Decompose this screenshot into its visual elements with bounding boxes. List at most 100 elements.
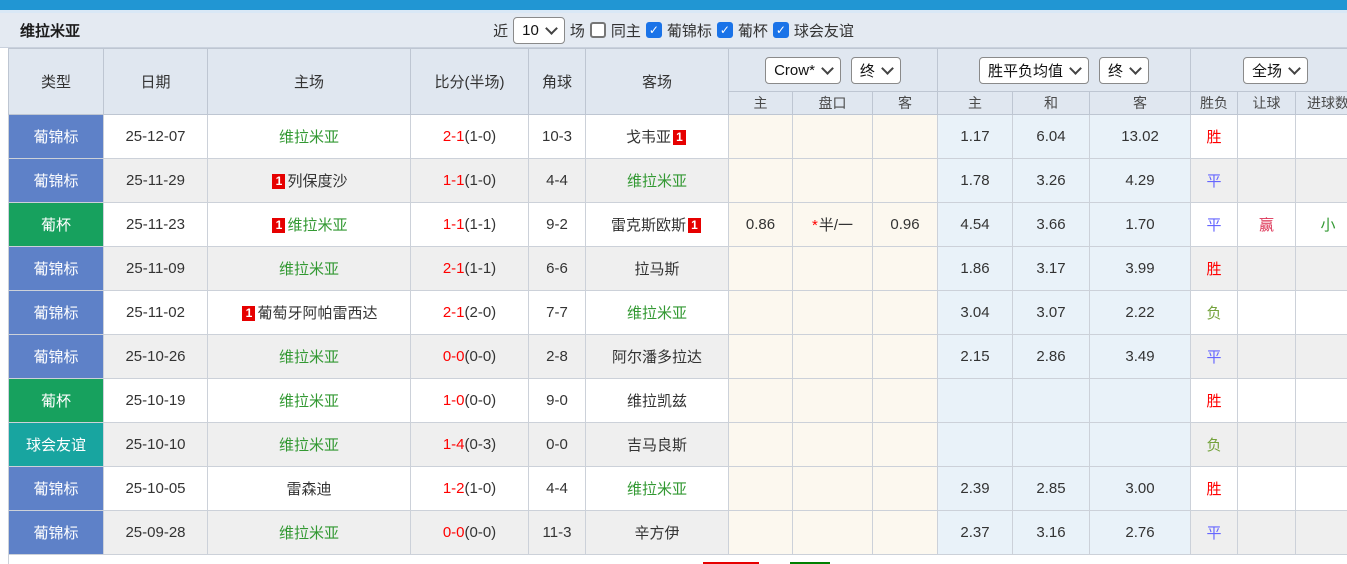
avg-away-odds <box>1089 422 1192 467</box>
home-team-name[interactable]: 维拉米亚 <box>279 525 339 542</box>
odds-company-value: Crow* <box>774 61 815 79</box>
table-row[interactable]: 葡锦标 25-09-28 维拉米亚 0-0(0-0) 11-3 辛方伊 2.37… <box>8 510 1347 555</box>
home-team-name[interactable]: 列保度沙 <box>287 173 347 190</box>
odds-period-select[interactable]: 终 <box>850 56 901 84</box>
home-team-cell: 1 列保度沙 <box>207 158 411 203</box>
away-team-name[interactable]: 拉马斯 <box>634 261 679 278</box>
result-cell: 平 <box>1190 202 1239 247</box>
avg-period-select[interactable]: 终 <box>1099 56 1150 84</box>
away-team-name[interactable]: 维拉凯兹 <box>627 393 687 410</box>
avg-away-odds: 13.02 <box>1089 114 1192 159</box>
crow-home-odds <box>728 158 793 203</box>
recent-suffix-label: 场 <box>569 22 585 40</box>
match-type-badge: 葡锦标 <box>8 334 104 379</box>
table-row[interactable]: 葡锦标 25-12-07 维拉米亚 2-1(1-0) 10-3 戈韦亚 1 1.1… <box>8 114 1347 159</box>
table-row[interactable]: 葡杯 25-11-23 1 维拉米亚 1-1(1-1) 9-2 雷克斯欧斯 1 0.… <box>8 202 1347 247</box>
away-team-name[interactable]: 维拉米亚 <box>627 173 687 190</box>
checkbox-cup[interactable] <box>716 22 733 38</box>
avg-draw-odds: 3.17 <box>1012 246 1091 291</box>
checkbox-league[interactable] <box>645 22 662 38</box>
chevron-down-icon <box>1288 61 1301 75</box>
home-team-name[interactable]: 雷森迪 <box>286 481 331 498</box>
away-team-name[interactable]: 吉马良斯 <box>627 437 687 454</box>
table-row[interactable]: 葡锦标 25-10-05 雷森迪 1-2(1-0) 4-4 维拉米亚 2.39 … <box>8 466 1347 511</box>
home-team-name[interactable]: 维拉米亚 <box>279 129 339 146</box>
corners-cell: 4-4 <box>528 158 586 203</box>
home-team-name[interactable]: 维拉米亚 <box>279 393 339 410</box>
avg-home-odds: 1.17 <box>937 114 1014 159</box>
fulltime-score: 1-0 <box>442 392 465 409</box>
away-team-cell: 拉马斯 <box>585 246 729 291</box>
away-team-cell: 雷克斯欧斯 1 <box>585 202 729 247</box>
match-type-badge: 球会友谊 <box>8 422 104 467</box>
home-team-cell: 维拉米亚 <box>207 422 411 467</box>
match-type-badge: 葡杯 <box>8 202 104 247</box>
avg-odds-value: 胜平负均值 <box>988 62 1064 80</box>
avg-odds-select[interactable]: 胜平负均值 <box>979 56 1090 84</box>
result-cell: 胜 <box>1190 246 1239 291</box>
crow-away-odds <box>871 510 939 555</box>
avg-home-odds: 3.04 <box>937 290 1014 335</box>
away-team-name[interactable]: 雷克斯欧斯 <box>611 217 686 234</box>
table-row[interactable]: 葡锦标 25-11-02 1 葡萄牙阿帕雷西达 2-1(2-0) 7-7 维拉米亚… <box>8 290 1347 335</box>
avg-away-odds: 2.22 <box>1089 290 1192 335</box>
table-row[interactable]: 葡锦标 25-11-29 1 列保度沙 1-1(1-0) 4-4 维拉米亚 1.7… <box>8 158 1347 203</box>
subheader-handicap-result: 让球 <box>1237 91 1297 115</box>
checkbox-same-home[interactable] <box>589 22 606 38</box>
table-row[interactable]: 葡锦标 25-11-09 维拉米亚 2-1(1-1) 6-6 拉马斯 1.86 … <box>8 246 1347 291</box>
avg-away-odds: 1.70 <box>1089 202 1192 247</box>
crow-handicap <box>792 378 873 423</box>
crow-handicap <box>792 422 873 467</box>
match-date: 25-12-07 <box>103 114 208 159</box>
away-team-cell: 维拉米亚 <box>585 158 729 203</box>
odds-period-value: 终 <box>859 62 875 80</box>
scope-select[interactable]: 全场 <box>1243 56 1309 84</box>
match-type-badge: 葡锦标 <box>8 158 104 203</box>
odds-company-group: Crow* 终 <box>727 48 939 92</box>
result-cell: 平 <box>1190 158 1239 203</box>
odds-company-select[interactable]: Crow* <box>765 56 841 84</box>
corners-cell: 11-3 <box>528 510 586 555</box>
home-team-cell: 维拉米亚 <box>207 334 411 379</box>
away-team-cell: 维拉凯兹 <box>585 378 729 423</box>
avg-draw-odds: 2.86 <box>1012 334 1091 379</box>
away-team-name[interactable]: 维拉米亚 <box>627 481 687 498</box>
halftime-score: (2-0) <box>464 304 497 321</box>
recent-count-select[interactable]: 10 <box>513 16 565 44</box>
home-team-cell: 维拉米亚 <box>207 246 411 291</box>
handicap-result-cell <box>1237 466 1297 511</box>
home-team-name[interactable]: 葡萄牙阿帕雷西达 <box>257 305 377 322</box>
halftime-score: (1-1) <box>464 216 497 233</box>
fulltime-score: 0-0 <box>442 524 465 541</box>
home-rank-badge: 1 <box>242 306 256 321</box>
goals-result-cell: 小 <box>1295 202 1347 247</box>
crow-away-odds <box>871 246 939 291</box>
table-row[interactable]: 球会友谊 25-10-10 维拉米亚 1-4(0-3) 0-0 吉马良斯 负 <box>8 422 1347 467</box>
home-team-name[interactable]: 维拉米亚 <box>287 217 347 234</box>
home-team-cell: 维拉米亚 <box>207 114 411 159</box>
subheader-crow-home: 主 <box>728 91 793 115</box>
away-team-name[interactable]: 维拉米亚 <box>627 305 687 322</box>
away-team-name[interactable]: 阿尔潘多拉达 <box>612 349 702 366</box>
subheader-crow-away: 客 <box>871 91 939 115</box>
home-team-cell: 雷森迪 <box>207 466 411 511</box>
home-rank-badge: 1 <box>272 174 286 189</box>
home-team-name[interactable]: 维拉米亚 <box>279 437 339 454</box>
away-team-name[interactable]: 戈韦亚 <box>626 129 671 146</box>
away-team-name[interactable]: 辛方伊 <box>634 525 679 542</box>
corners-cell: 2-8 <box>528 334 586 379</box>
home-team-name[interactable]: 维拉米亚 <box>279 261 339 278</box>
subheader-avg-away: 客 <box>1089 91 1192 115</box>
goals-result-cell <box>1295 158 1347 203</box>
table-row[interactable]: 葡锦标 25-10-26 维拉米亚 0-0(0-0) 2-8 阿尔潘多拉达 2.… <box>8 334 1347 379</box>
chevron-down-icon <box>821 61 834 75</box>
handicap-result-cell <box>1237 158 1297 203</box>
halftime-score: (0-3) <box>464 436 497 453</box>
checkbox-friendly[interactable] <box>772 22 789 38</box>
match-date: 25-11-29 <box>103 158 208 203</box>
table-row[interactable]: 葡杯 25-10-19 维拉米亚 1-0(0-0) 9-0 维拉凯兹 胜 <box>8 378 1347 423</box>
home-team-name[interactable]: 维拉米亚 <box>279 349 339 366</box>
away-rank-badge: 1 <box>673 130 686 145</box>
result-cell: 胜 <box>1190 378 1239 423</box>
subheader-avg-home: 主 <box>937 91 1014 115</box>
